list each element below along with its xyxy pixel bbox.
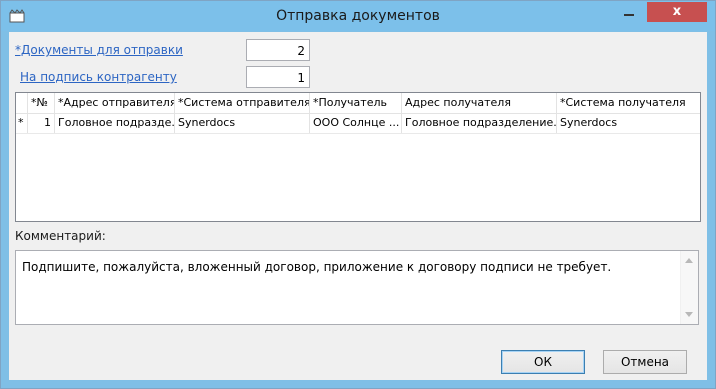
ok-button[interactable]: ОК bbox=[501, 350, 585, 374]
sign-count-field[interactable]: 1 bbox=[246, 66, 310, 88]
dialog-window: Отправка документов x *Документы для отп… bbox=[0, 0, 716, 389]
window-title: Отправка документов bbox=[276, 8, 440, 24]
documents-link[interactable]: *Документы для отправки bbox=[15, 43, 183, 57]
comment-label: Комментарий: bbox=[15, 229, 106, 243]
new-row-marker: * bbox=[16, 113, 28, 133]
column-header[interactable]: Адрес получателя bbox=[402, 93, 557, 113]
title-bar[interactable]: Отправка документов x bbox=[1, 1, 715, 31]
column-header[interactable]: *Система получателя bbox=[557, 93, 700, 113]
comment-textarea[interactable]: Подпишите, пожалуйста, вложенный договор… bbox=[15, 250, 699, 325]
recipient-address-cell[interactable]: Головное подразделение... bbox=[402, 113, 557, 133]
column-header[interactable]: *Система отправителя bbox=[175, 93, 310, 113]
documents-count-field[interactable]: 2 bbox=[246, 39, 310, 61]
column-header[interactable]: *№ bbox=[28, 93, 55, 113]
column-header[interactable]: *Получатель bbox=[310, 93, 402, 113]
sender-address-cell[interactable]: Головное подразде... bbox=[55, 113, 175, 133]
row-marker-header bbox=[16, 93, 28, 113]
sender-system-cell[interactable]: Synerdocs bbox=[175, 113, 310, 133]
comment-text: Подпишите, пожалуйста, вложенный договор… bbox=[22, 260, 612, 274]
sign-link[interactable]: На подпись контрагенту bbox=[20, 70, 177, 84]
documents-table[interactable]: *№ *Адрес отправителя *Система отправите… bbox=[15, 92, 701, 222]
recipient-system-cell[interactable]: Synerdocs bbox=[557, 113, 700, 133]
table-header: *№ *Адрес отправителя *Система отправите… bbox=[16, 93, 700, 114]
close-button[interactable]: x bbox=[647, 2, 707, 22]
column-header[interactable]: *Адрес отправителя bbox=[55, 93, 175, 113]
recipient-cell[interactable]: ООО Солнце ... bbox=[310, 113, 402, 133]
dialog-body: *Документы для отправки 2 На подпись кон… bbox=[9, 32, 707, 380]
close-icon: x bbox=[672, 4, 682, 19]
row-number[interactable]: 1 bbox=[28, 113, 55, 133]
table-row[interactable]: * 1 Головное подразде... Synerdocs ООО С… bbox=[16, 113, 700, 134]
comment-scrollbar[interactable] bbox=[680, 251, 698, 324]
cancel-button[interactable]: Отмена bbox=[603, 350, 687, 374]
scroll-up-icon[interactable] bbox=[685, 258, 693, 263]
scroll-down-icon[interactable] bbox=[685, 312, 693, 317]
minimize-button[interactable] bbox=[622, 7, 636, 21]
